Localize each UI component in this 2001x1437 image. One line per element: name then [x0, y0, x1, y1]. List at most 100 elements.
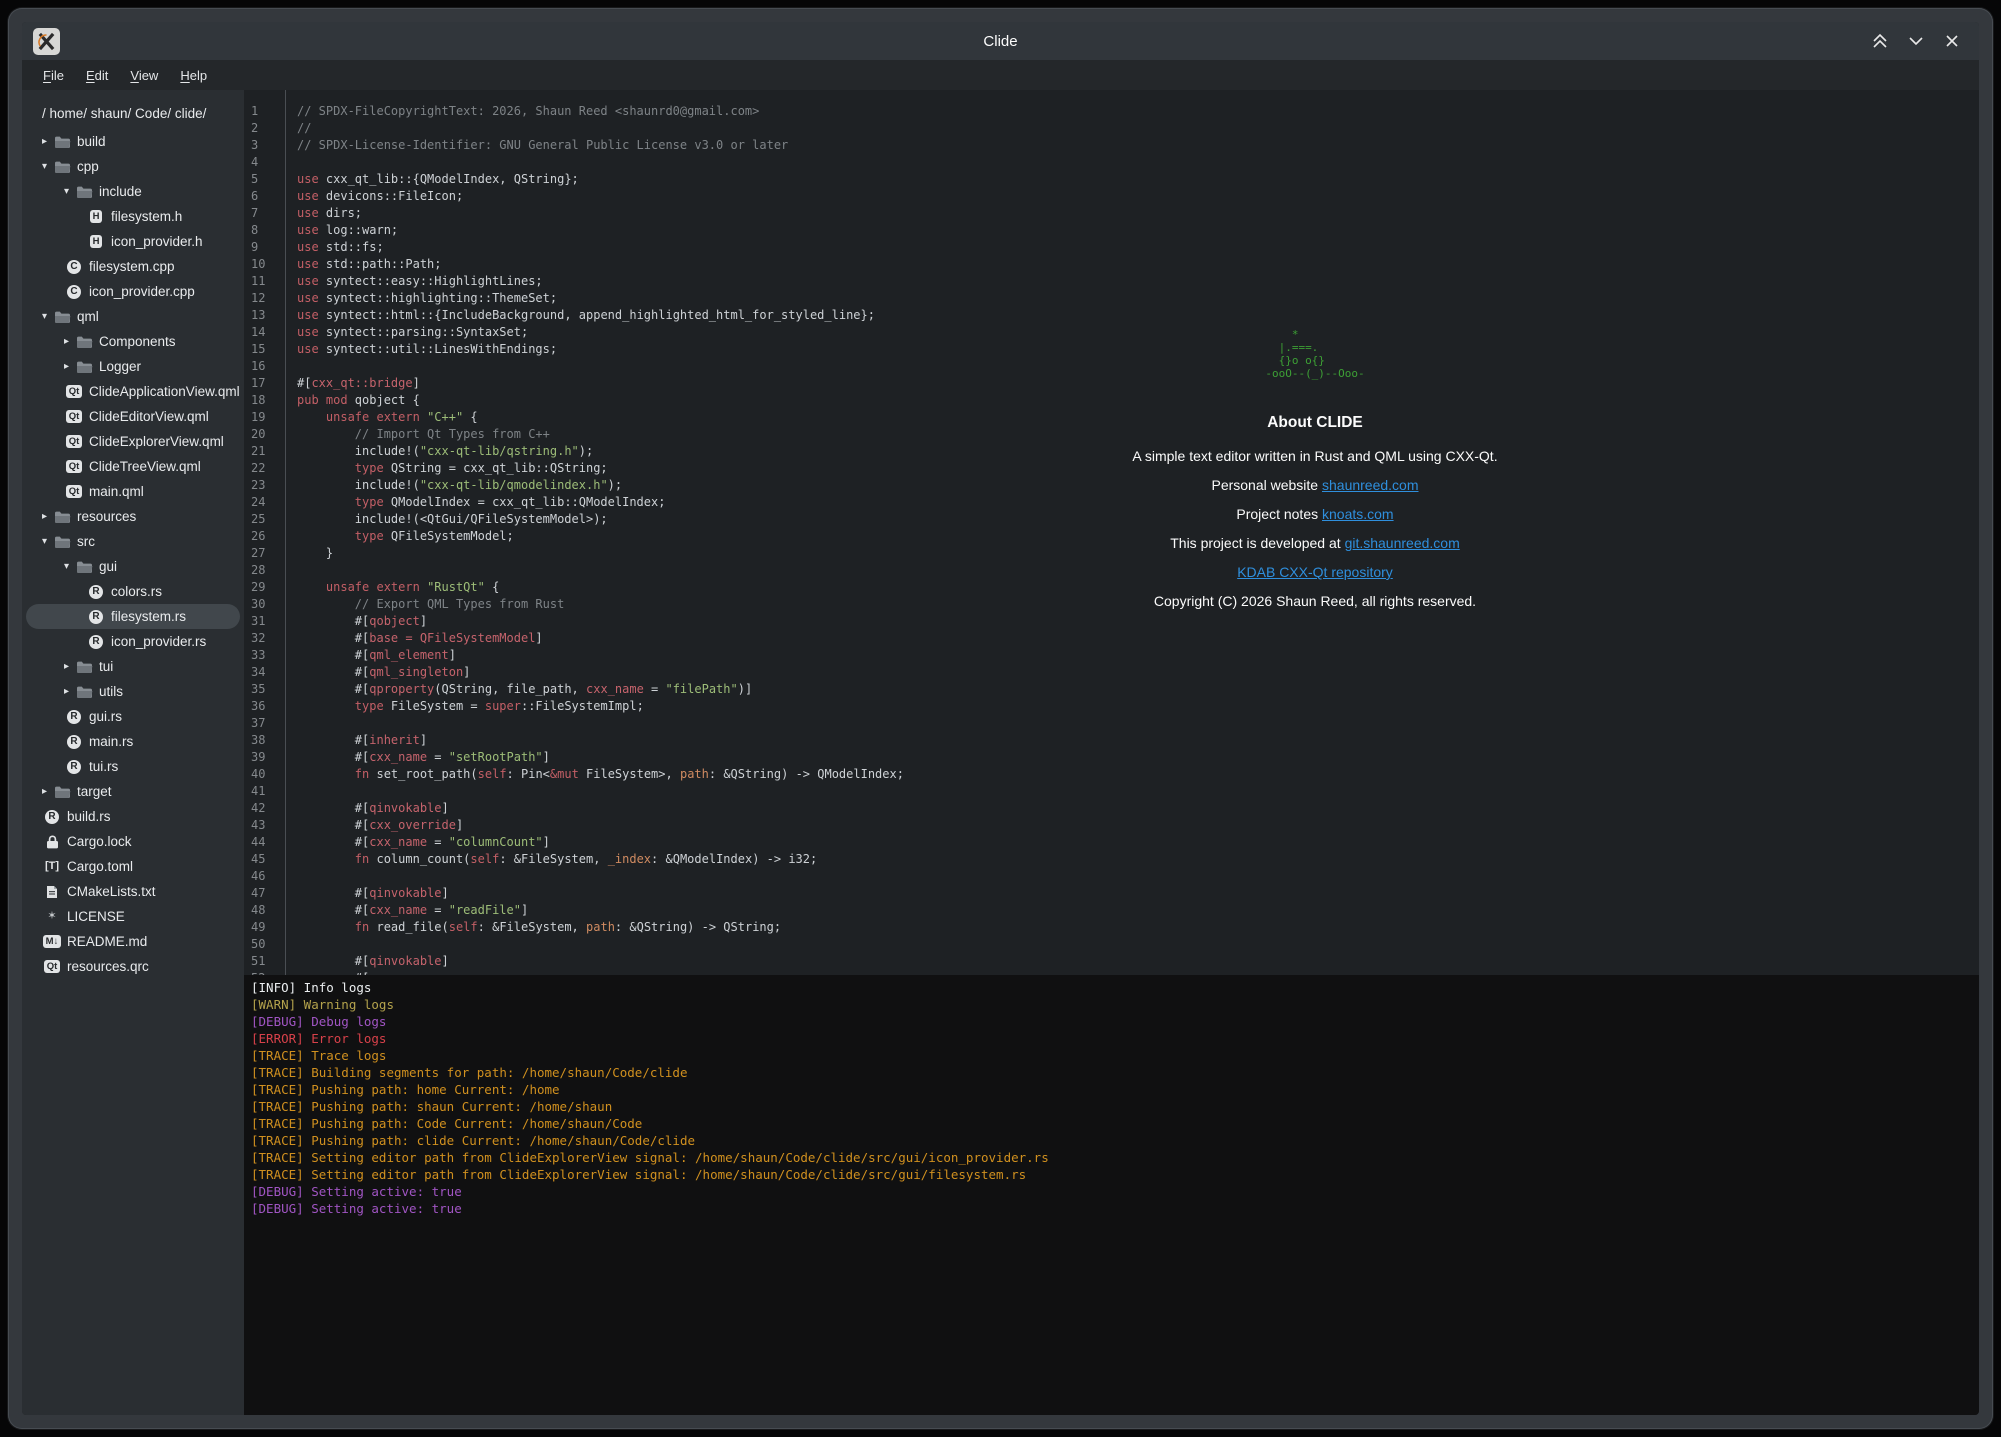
tree-folder-gui[interactable]: ▾ gui [26, 554, 240, 579]
chevron-right-icon[interactable]: ▸ [58, 686, 75, 697]
chevron-down-icon[interactable]: ▾ [36, 161, 53, 172]
about-copyright: Copyright (C) 2026 Shaun Reed, all right… [1015, 593, 1615, 609]
line-number: 20 [244, 427, 285, 444]
tree-folder-include[interactable]: ▾include [26, 179, 240, 204]
code-line: 34 #[qml_singleton] [244, 665, 1979, 682]
chevron-right-icon[interactable]: ▸ [58, 336, 75, 347]
log-line-trace: [TRACE] Setting editor path from ClideEx… [251, 1167, 1979, 1184]
chevron-down-icon[interactable]: ▾ [58, 186, 75, 197]
code-editor[interactable]: 1// SPDX-FileCopyrightText: 2026, Shaun … [244, 90, 1979, 975]
tree-file-gui.rs[interactable]: Rgui.rs [26, 704, 240, 729]
tree-file-tui.rs[interactable]: Rtui.rs [26, 754, 240, 779]
tree-file-main.rs[interactable]: Rmain.rs [26, 729, 240, 754]
log-panel[interactable]: [INFO] Info logs[WARN] Warning logs[DEBU… [244, 975, 1979, 1415]
tree-item-label: build.rs [67, 809, 111, 824]
chevron-right-icon[interactable]: ▸ [36, 511, 53, 522]
tree-folder-cpp[interactable]: ▾cpp [26, 154, 240, 179]
tree-file-filesystem.h[interactable]: Hfilesystem.h [26, 204, 240, 229]
tree-item-label: gui [99, 559, 117, 574]
tree-item-label: icon_provider.h [111, 234, 203, 249]
code-line-text: use syntect::util::LinesWithEndings; [285, 342, 557, 359]
tree-file-CMakeLists.txt[interactable]: CMakeLists.txt [26, 879, 240, 904]
code-line-text: use std::path::Path; [285, 257, 442, 274]
tree-file-icon_provider.cpp[interactable]: Cicon_provider.cpp [26, 279, 240, 304]
chevron-down-icon[interactable]: ▾ [36, 536, 53, 547]
external-link[interactable]: knoats.com [1322, 506, 1394, 522]
code-line: 33 #[qml_element] [244, 648, 1979, 665]
close-button[interactable] [1941, 30, 1963, 52]
tree-folder-build[interactable]: ▸build [26, 129, 240, 154]
tree-file-icon_provider.rs[interactable]: Ricon_provider.rs [26, 629, 240, 654]
tree-item-label: qml [77, 309, 99, 324]
tree-file-filesystem.rs[interactable]: Rfilesystem.rs [26, 604, 240, 629]
tree-file-Cargo.toml[interactable]: [T]Cargo.toml [26, 854, 240, 879]
chevron-right-icon[interactable]: ▸ [58, 361, 75, 372]
tree-folder-utils[interactable]: ▸utils [26, 679, 240, 704]
minimize-button[interactable] [1905, 30, 1927, 52]
tree-folder-target[interactable]: ▸target [26, 779, 240, 804]
tree-folder-Components[interactable]: ▸Components [26, 329, 240, 354]
file-explorer[interactable]: / home/ shaun/ Code/ clide/ ▸build▾cpp▾i… [22, 90, 244, 1415]
external-link[interactable]: git.shaunreed.com [1345, 535, 1460, 551]
editor-column: 1// SPDX-FileCopyrightText: 2026, Shaun … [244, 90, 1979, 1415]
tree-folder-qml[interactable]: ▾ qml [26, 304, 240, 329]
tree-file-LICENSE[interactable]: ✶ LICENSE [26, 904, 240, 929]
double-chevron-up-icon [1870, 32, 1890, 50]
qt-icon: Qt [65, 484, 83, 500]
tree-file-Cargo.lock[interactable]: Cargo.lock [26, 829, 240, 854]
chevron-right-icon[interactable]: ▸ [58, 661, 75, 672]
external-link[interactable]: KDAB CXX-Qt repository [1237, 564, 1393, 580]
tree-folder-src[interactable]: ▾src [26, 529, 240, 554]
qt-icon: Qt [65, 459, 83, 475]
tree-file-README.md[interactable]: M↓README.md [26, 929, 240, 954]
tree-file-ClideTreeView.qml[interactable]: QtClideTreeView.qml [26, 454, 240, 479]
chevron-right-icon[interactable]: ▸ [36, 136, 53, 147]
tree-file-ClideExplorerView.qml[interactable]: QtClideExplorerView.qml [26, 429, 240, 454]
line-number: 1 [244, 104, 285, 121]
chevron-right-icon[interactable]: ▸ [36, 786, 53, 797]
shade-button[interactable] [1869, 30, 1891, 52]
code-line-text: #[qproperty(QString, file_path, cxx_name… [285, 682, 752, 699]
tree-file-colors.rs[interactable]: Rcolors.rs [26, 579, 240, 604]
title-bar[interactable]: Clide [22, 22, 1979, 60]
tree-item-label: filesystem.rs [111, 609, 186, 624]
code-line: 32 #[base = QFileSystemModel] [244, 631, 1979, 648]
code-line-text [285, 716, 297, 733]
external-link[interactable]: shaunreed.com [1322, 477, 1419, 493]
line-number: 40 [244, 767, 285, 784]
menu-item-help[interactable]: Help [169, 64, 218, 87]
line-number: 7 [244, 206, 285, 223]
tree-folder-tui[interactable]: ▸tui [26, 654, 240, 679]
tree-item-label: resources.qrc [67, 959, 149, 974]
line-number: 11 [244, 274, 285, 291]
tree-item-label: filesystem.h [111, 209, 182, 224]
line-number: 37 [244, 716, 285, 733]
tree-item-label: LICENSE [67, 909, 125, 924]
tree-file-resources.qrc[interactable]: Qtresources.qrc [26, 954, 240, 979]
tree-folder-Logger[interactable]: ▸Logger [26, 354, 240, 379]
tree-file-main.qml[interactable]: Qtmain.qml [26, 479, 240, 504]
menu-item-file[interactable]: File [32, 64, 75, 87]
log-line-trace: [TRACE] Setting editor path from ClideEx… [251, 1150, 1979, 1167]
log-line-trace: [TRACE] Trace logs [251, 1048, 1979, 1065]
tree-folder-resources[interactable]: ▸resources [26, 504, 240, 529]
menu-item-view[interactable]: View [119, 64, 169, 87]
tree-file-ClideEditorView.qml[interactable]: QtClideEditorView.qml [26, 404, 240, 429]
line-number: 29 [244, 580, 285, 597]
tree-file-ClideApplicationView.qml[interactable]: QtClideApplicationView.qml [26, 379, 240, 404]
cpp-icon: C [65, 259, 83, 275]
chevron-down-icon[interactable]: ▾ [36, 311, 53, 322]
rust-icon: R [65, 734, 83, 750]
chevron-down-icon[interactable]: ▾ [58, 561, 75, 572]
code-line-text: include!(<QtGui/QFileSystemModel>); [285, 512, 608, 529]
tree-file-icon_provider.h[interactable]: Hicon_provider.h [26, 229, 240, 254]
h-icon: H [87, 209, 105, 225]
code-line: 38 #[inherit] [244, 733, 1979, 750]
code-line-text: use devicons::FileIcon; [285, 189, 463, 206]
menu-item-edit[interactable]: Edit [75, 64, 119, 87]
star-icon: ✶ [43, 909, 61, 925]
tree-file-filesystem.cpp[interactable]: Cfilesystem.cpp [26, 254, 240, 279]
tree-file-build.rs[interactable]: Rbuild.rs [26, 804, 240, 829]
folder-icon [53, 784, 71, 800]
code-line: 7use dirs; [244, 206, 1979, 223]
